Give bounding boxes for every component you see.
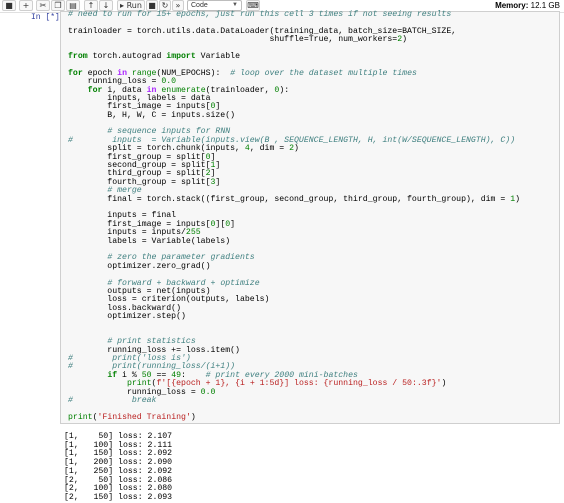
code-line: B, H, W, C = inputs.size() — [68, 110, 236, 120]
code-line: # need to run for 15+ epochs, just run t… — [68, 10, 452, 19]
memory-indicator: Memory: 12.1 GB — [495, 0, 560, 11]
insert-cell-button[interactable]: + — [19, 0, 33, 11]
code-editor[interactable]: # need to run for 15+ epochs, just run t… — [68, 10, 558, 422]
cell-output: [1, 50] loss: 2.107 [1, 100] loss: 2.111[… — [64, 432, 173, 503]
code-line: labels = Variable(labels) — [68, 236, 231, 246]
code-line: print('Finished Training') — [68, 412, 196, 422]
save-button[interactable]: ■ — [2, 0, 16, 11]
code-line: optimizer.step() — [68, 312, 186, 322]
memory-value: 12.1 GB — [530, 1, 560, 10]
code-line: shuffle=True, num_workers=2) — [68, 35, 408, 45]
move-down-icon: ↓ — [102, 1, 110, 10]
chevron-down-icon: ▼ — [232, 2, 238, 8]
code-line: final = torch.stack((first_group, second… — [68, 194, 521, 204]
add-cell-icon: + — [22, 1, 30, 10]
paste-icon: ▤ — [69, 1, 77, 10]
stop-icon: ■ — [148, 1, 156, 10]
move-up-icon: ↑ — [87, 1, 95, 10]
fast-forward-icon: » — [175, 1, 181, 10]
cell-type-value: Code — [191, 2, 208, 9]
save-icon: ■ — [5, 1, 13, 10]
cut-button[interactable]: ✂ — [36, 0, 50, 11]
code-line: from torch.autograd import Variable — [68, 51, 240, 61]
copy-button[interactable]: ❐ — [51, 0, 65, 11]
restart-icon: ↻ — [161, 1, 169, 10]
keyboard-icon: ⌨ — [247, 1, 259, 10]
play-icon: ▸ — [120, 1, 125, 10]
run-label: Run — [126, 1, 142, 10]
cut-icon: ✂ — [39, 1, 47, 10]
code-line: optimizer.zero_grad() — [68, 261, 211, 271]
output-line: [2, 150] loss: 2.093 — [64, 492, 173, 502]
copy-icon: ❐ — [54, 1, 62, 10]
memory-label: Memory: — [495, 1, 529, 10]
code-line: # break — [68, 395, 157, 405]
